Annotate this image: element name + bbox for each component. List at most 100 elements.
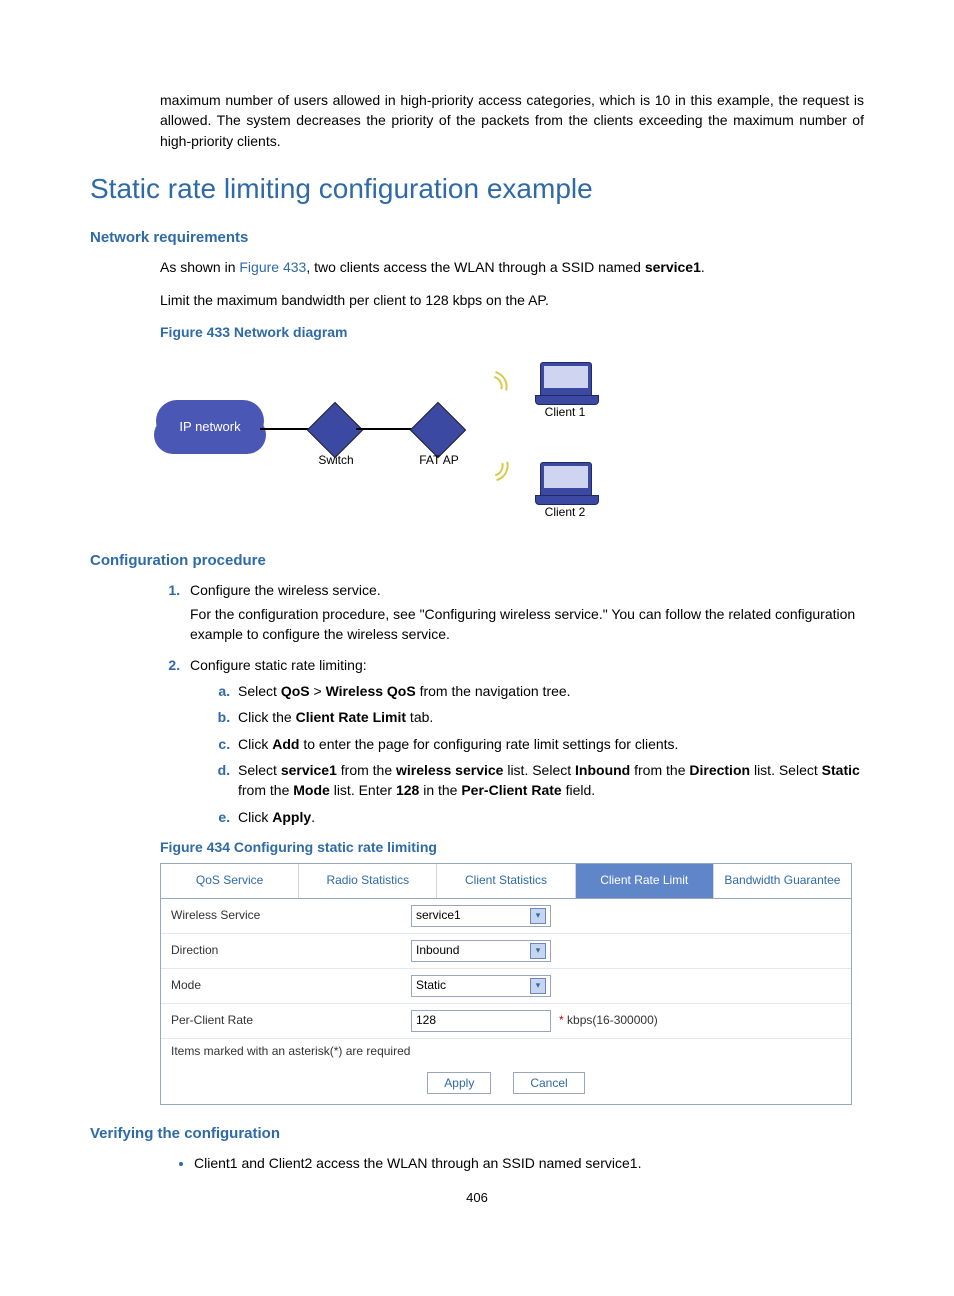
subsection-netreq: Network requirements [90,227,864,249]
switch-icon [307,402,364,459]
required-asterisk: * [559,1013,564,1027]
row-mode: Mode Static ▾ [161,969,851,1004]
text: . [311,809,315,825]
text: > [310,683,326,699]
section-heading: Static rate limiting configuration examp… [90,169,864,210]
tab-client-statistics[interactable]: Client Statistics [437,864,575,897]
netreq-line2: Limit the maximum bandwidth per client t… [160,290,864,310]
bold: Direction [689,762,750,778]
select-value: Static [416,977,446,994]
figure-caption-434: Figure 434 Configuring static rate limit… [160,837,864,857]
text: list. Select [750,762,822,778]
figure-link[interactable]: Figure 433 [239,259,306,275]
tab-bar: QoS Service Radio Statistics Client Stat… [161,864,851,898]
chevron-down-icon: ▾ [530,978,546,994]
row-direction: Direction Inbound ▾ [161,934,851,969]
step-2: Configure static rate limiting: Select Q… [184,655,864,827]
label-wireless-service: Wireless Service [171,907,411,924]
verify-bullet: Client1 and Client2 access the WLAN thro… [194,1153,864,1173]
text: Select [238,762,281,778]
intro-paragraph: maximum number of users allowed in high-… [90,90,864,151]
screenshot-client-rate-limit: QoS Service Radio Statistics Client Stat… [160,863,852,1105]
tab-bandwidth-guarantee[interactable]: Bandwidth Guarantee [714,864,851,897]
row-wireless-service: Wireless Service service1 ▾ [161,899,851,934]
text: from the [630,762,689,778]
substep-e: Click Apply. [234,807,864,827]
text: . [701,259,705,275]
select-value: Inbound [416,942,459,959]
select-mode[interactable]: Static ▾ [411,975,551,997]
substep-d: Select service1 from the wireless servic… [234,760,864,801]
bold: 128 [396,782,419,798]
bold: Apply [272,809,311,825]
chevron-down-icon: ▾ [530,908,546,924]
text: from the [337,762,396,778]
text: Click [238,809,272,825]
text: from the [238,782,293,798]
bold: Add [272,736,299,752]
verify-list: Client1 and Client2 access the WLAN thro… [170,1153,864,1173]
cloud-ipnetwork: IP network [160,402,260,452]
input-per-client-rate[interactable]: 128 [411,1010,551,1032]
substeps: Select QoS > Wireless QoS from the navig… [212,681,864,827]
laptop-icon [540,362,592,398]
button-bar: Apply Cancel [161,1068,851,1104]
rate-hint: * kbps(16-300000) [559,1012,658,1029]
client2-label: Client 2 [536,504,594,521]
tab-qos-service[interactable]: QoS Service [161,864,299,897]
tab-radio-statistics[interactable]: Radio Statistics [299,864,437,897]
figure-caption-433: Figure 433 Network diagram [160,322,864,342]
bold: Mode [293,782,330,798]
tab-client-rate-limit[interactable]: Client Rate Limit [576,864,714,897]
bold: wireless service [396,762,503,778]
select-wireless-service[interactable]: service1 ▾ [411,905,551,927]
bold: QoS [281,683,310,699]
apply-button[interactable]: Apply [427,1072,491,1094]
netreq-line1: As shown in Figure 433, two clients acce… [160,257,864,277]
laptop-icon [540,462,592,498]
chevron-down-icon: ▾ [530,943,546,959]
bold: Wireless QoS [326,683,416,699]
text: Select [238,683,281,699]
switch-label: Switch [312,452,360,469]
page-number: 406 [90,1189,864,1208]
subsection-verify: Verifying the configuration [90,1123,864,1145]
substep-c: Click Add to enter the page for configur… [234,734,864,754]
ap-icon [410,402,467,459]
step-text: For the configuration procedure, see "Co… [190,604,864,645]
bold: Client Rate Limit [296,709,406,725]
bold-service1: service1 [645,259,701,275]
step-text: Configure static rate limiting: [190,657,367,673]
text: list. Select [503,762,575,778]
substep-a: Select QoS > Wireless QoS from the navig… [234,681,864,701]
row-per-client-rate: Per-Client Rate 128 * kbps(16-300000) [161,1004,851,1039]
ap-label: FAT AP [410,452,468,469]
bold: Inbound [575,762,630,778]
text: from the navigation tree. [416,683,571,699]
label-per-client-rate: Per-Client Rate [171,1012,411,1029]
text: in the [419,782,461,798]
wifi-icon [470,444,516,490]
label-mode: Mode [171,977,411,994]
input-value: 128 [416,1012,436,1029]
text: Click [238,736,272,752]
text: , two clients access the WLAN through a … [306,259,645,275]
network-diagram: IP network Switch FAT AP Client 1 Client… [160,352,864,532]
text: to enter the page for configuring rate l… [299,736,678,752]
text: As shown in [160,259,239,275]
hint-text: kbps(16-300000) [567,1013,658,1027]
bold: Per-Client Rate [461,782,561,798]
substep-b: Click the Client Rate Limit tab. [234,707,864,727]
step-1: Configure the wireless service. For the … [184,580,864,645]
text: tab. [406,709,433,725]
procedure-list: Configure the wireless service. For the … [160,580,864,827]
client1-label: Client 1 [536,404,594,421]
select-direction[interactable]: Inbound ▾ [411,940,551,962]
text: Click the [238,709,296,725]
bold: service1 [281,762,337,778]
label-direction: Direction [171,942,411,959]
required-footnote: Items marked with an asterisk(*) are req… [161,1039,851,1068]
select-value: service1 [416,907,461,924]
text: list. Enter [330,782,396,798]
cancel-button[interactable]: Cancel [513,1072,584,1094]
